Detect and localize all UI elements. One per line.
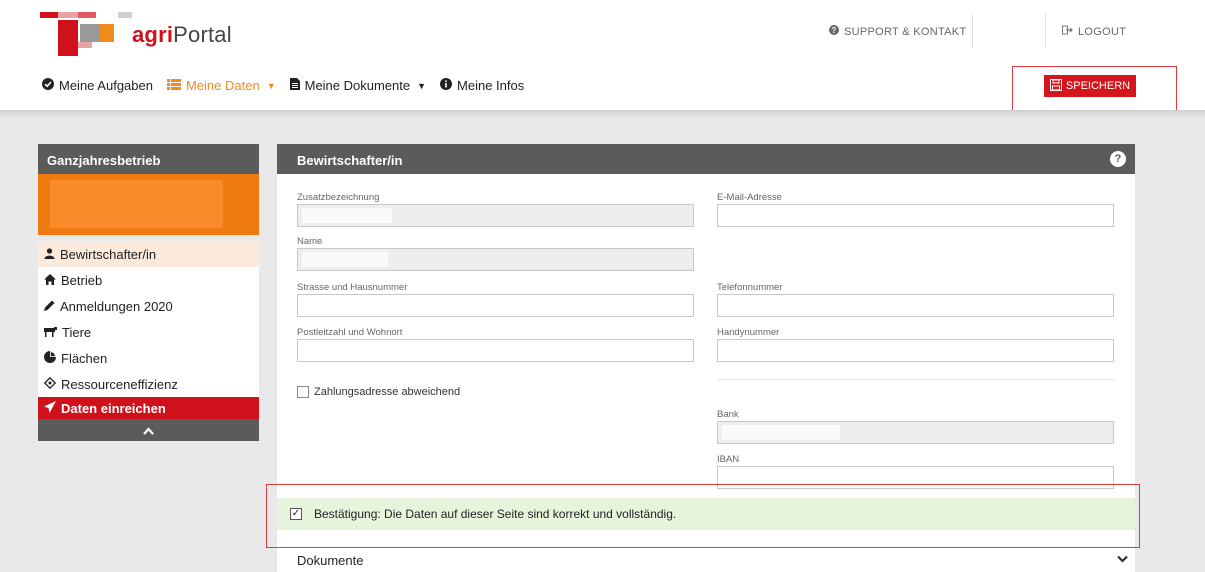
sidebar-title: Ganzjahresbetrieb: [38, 144, 259, 174]
pencil-icon: [44, 299, 55, 314]
chevron-down-icon: ▼: [266, 80, 276, 91]
sidebar-item-tiere[interactable]: Tiere: [38, 319, 259, 345]
form-divider: [717, 379, 1114, 380]
highlight-box-save: [1012, 66, 1177, 116]
label-handy: Handynummer: [717, 327, 780, 338]
nav-meine-dokumente[interactable]: Meine Dokumente ▼: [289, 78, 427, 93]
sidebar-item-daten-einreichen[interactable]: Daten einreichen: [38, 397, 259, 419]
zusatzbezeichnung-input[interactable]: [297, 204, 694, 227]
document-icon: [289, 78, 300, 93]
main-nav: Meine Aufgaben Meine Daten ▼ Meine Dokum…: [42, 78, 538, 93]
logo-text: agriPortal: [132, 22, 232, 47]
label-bank: Bank: [717, 409, 739, 420]
sidebar-collapse-button[interactable]: [38, 419, 259, 441]
chevron-down-icon: [1117, 552, 1128, 566]
chevron-down-icon: ▼: [417, 80, 427, 91]
label-strasse: Strasse und Hausnummer: [297, 282, 408, 293]
sidebar-item-ressourceneffizienz[interactable]: Ressourceneffizienz: [38, 371, 259, 397]
sidebar: Ganzjahresbetrieb Bewirtschafter/in Betr…: [38, 144, 259, 441]
info-icon: [440, 78, 453, 93]
telefon-input[interactable]: [717, 294, 1114, 317]
header-divider: [972, 14, 973, 48]
send-icon: [44, 400, 56, 416]
panel-title: Bewirtschafter/in ?: [277, 144, 1135, 174]
bank-input[interactable]: [717, 421, 1114, 444]
question-icon: ?: [829, 25, 839, 38]
sidebar-item-flaechen[interactable]: Flächen: [38, 345, 259, 371]
header-divider: [1045, 14, 1046, 48]
label-telefon: Telefonnummer: [717, 282, 783, 293]
plz-wohnort-input[interactable]: [297, 339, 694, 362]
nav-meine-infos[interactable]: Meine Infos: [440, 78, 524, 93]
help-icon[interactable]: ?: [1110, 151, 1126, 167]
label-email: E-Mail-Adresse: [717, 192, 782, 203]
user-icon: [44, 247, 55, 262]
cow-icon: [44, 325, 57, 340]
highlight-box-confirmation: [266, 484, 1140, 548]
handy-input[interactable]: [717, 339, 1114, 362]
payment-address-checkbox[interactable]: [297, 386, 309, 398]
check-circle-icon: [42, 78, 54, 93]
label-name: Name: [297, 236, 323, 247]
email-input[interactable]: [717, 204, 1114, 227]
sidebar-item-anmeldungen[interactable]: Anmeldungen 2020: [38, 293, 259, 319]
strasse-input[interactable]: [297, 294, 694, 317]
documents-section-toggle[interactable]: Dokumente: [277, 548, 1135, 572]
chevron-up-icon: [143, 423, 154, 438]
nav-meine-aufgaben[interactable]: Meine Aufgaben: [42, 78, 153, 93]
pie-chart-icon: [44, 350, 56, 366]
support-link[interactable]: ? SUPPORT & KONTAKT: [829, 25, 966, 38]
sidebar-item-bewirtschafter[interactable]: Bewirtschafter/in: [38, 241, 259, 267]
label-zusatzbezeichnung: Zusatzbezeichnung: [297, 192, 380, 203]
label-plz-wohnort: Postleitzahl und Wohnort: [297, 327, 403, 338]
sidebar-item-betrieb[interactable]: Betrieb: [38, 267, 259, 293]
nav-meine-daten[interactable]: Meine Daten ▼: [166, 78, 276, 93]
home-icon: [44, 273, 56, 288]
payment-address-checkbox-row[interactable]: Zahlungsadresse abweichend: [297, 386, 460, 398]
crosshair-icon: [43, 376, 57, 392]
sidebar-profile-block: [38, 174, 259, 235]
logo[interactable]: agriPortal: [40, 12, 240, 60]
svg-text:?: ?: [831, 26, 836, 35]
label-iban: IBAN: [717, 454, 740, 465]
logout-link[interactable]: LOGOUT: [1062, 25, 1126, 38]
list-icon: [166, 78, 181, 93]
logout-icon: [1062, 25, 1073, 38]
name-input[interactable]: [297, 248, 694, 271]
